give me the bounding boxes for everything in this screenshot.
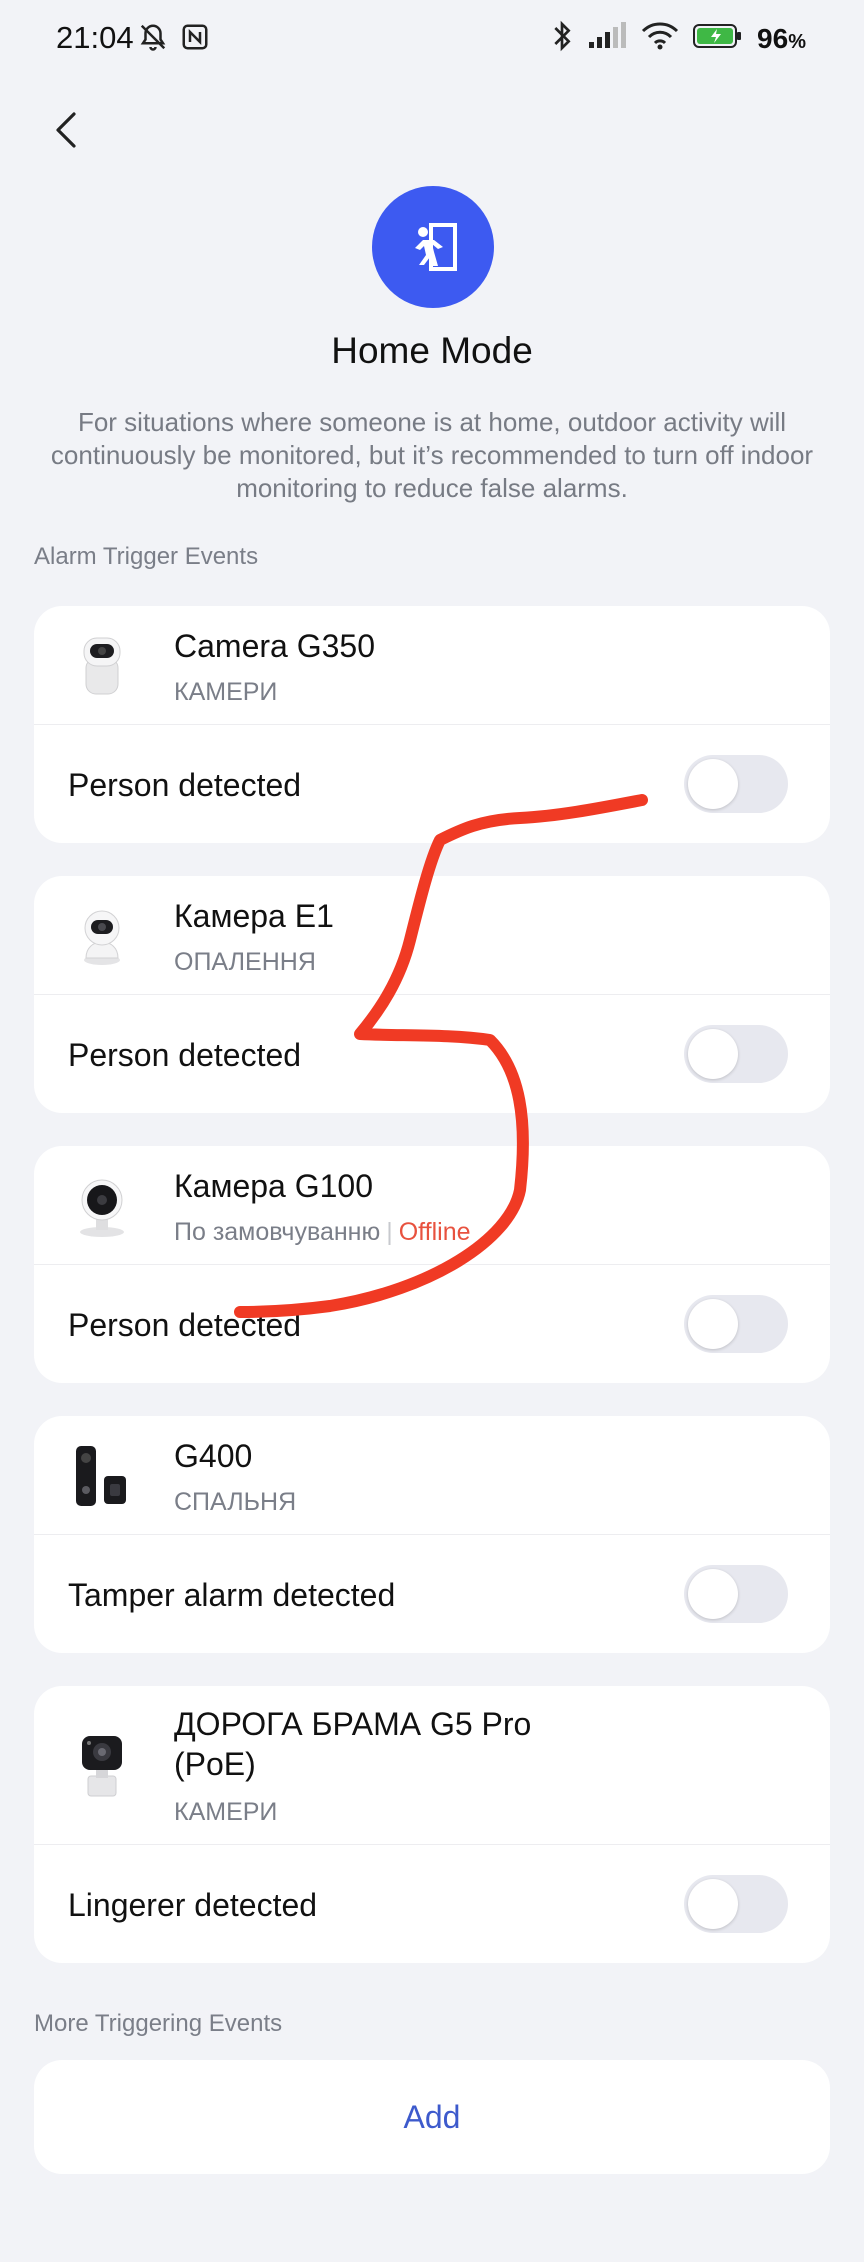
event-label: Person detected: [68, 1037, 302, 1073]
device-name: Camera G350: [174, 628, 375, 664]
event-row: Person detected: [34, 725, 830, 843]
event-label: Lingerer detected: [68, 1887, 318, 1923]
page-description: For situations where someone is at home,…: [50, 407, 814, 503]
device-card: Camera G350 КАМЕРИ Person detected: [34, 606, 830, 843]
battery-percentage: 96%: [757, 22, 806, 54]
home-mode-icon: [372, 186, 494, 308]
event-toggle[interactable]: [684, 1295, 788, 1353]
camera-g5-pro-icon: [68, 1732, 136, 1800]
wifi-icon: [641, 22, 679, 55]
camera-g100-icon: [68, 1172, 136, 1240]
section-label-more-triggering: More Triggering Events: [34, 2010, 283, 2037]
device-location-text: По замовчуванню: [174, 1218, 381, 1246]
device-location: КАМЕРИ: [174, 678, 278, 706]
device-location: КАМЕРИ: [174, 1798, 278, 1826]
status-bar: 21:04 96%: [0, 0, 864, 80]
toggle-knob: [688, 1029, 738, 1079]
add-button[interactable]: Add: [34, 2060, 830, 2174]
event-row: Person detected: [34, 1265, 830, 1383]
doorbell-g400-icon: [68, 1442, 136, 1510]
status-time: 21:04: [56, 20, 134, 55]
battery-charging-icon: [693, 23, 743, 54]
add-label: Add: [403, 2098, 461, 2135]
device-name: ДОРОГА БРАМА G5 Pro (PoE): [174, 1706, 532, 1782]
device-name: Камера E1: [174, 898, 334, 934]
camera-g350-icon: [68, 632, 136, 700]
signal-icon: [587, 22, 627, 55]
device-header[interactable]: G400 СПАЛЬНЯ: [34, 1416, 830, 1535]
event-label: Person detected: [68, 767, 302, 803]
device-name: G400: [174, 1438, 253, 1474]
toggle-knob: [688, 1879, 738, 1929]
event-toggle[interactable]: [684, 1565, 788, 1623]
device-location: СПАЛЬНЯ: [174, 1488, 297, 1516]
device-card: Камера E1 ОПАЛЕННЯ Person detected: [34, 876, 830, 1113]
event-toggle[interactable]: [684, 755, 788, 813]
device-location: ОПАЛЕННЯ: [174, 948, 316, 976]
event-toggle[interactable]: [684, 1875, 788, 1933]
nfc-icon: [180, 22, 210, 57]
section-label-alarm-trigger: Alarm Trigger Events: [34, 543, 259, 570]
toggle-knob: [688, 1569, 738, 1619]
device-header[interactable]: Camera G350 КАМЕРИ: [34, 606, 830, 725]
bluetooth-icon: [551, 20, 573, 57]
back-button[interactable]: [36, 100, 96, 160]
camera-e1-icon: [68, 902, 136, 970]
device-header[interactable]: Камера E1 ОПАЛЕННЯ: [34, 876, 830, 995]
event-row: Person detected: [34, 995, 830, 1113]
event-label: Person detected: [68, 1307, 302, 1343]
bell-off-icon: [138, 22, 168, 57]
event-row: Tamper alarm detected: [34, 1535, 830, 1653]
device-header[interactable]: ДОРОГА БРАМА G5 Pro (PoE) КАМЕРИ: [34, 1686, 830, 1845]
status-right: 96%: [551, 20, 806, 57]
device-header[interactable]: Камера G100 По замовчуванню | Offline: [34, 1146, 830, 1265]
chevron-left-icon: [56, 112, 76, 148]
person-exit-door-icon: [415, 223, 457, 271]
device-card: G400 СПАЛЬНЯ Tamper alarm detected: [34, 1416, 830, 1653]
status-separator: |: [386, 1218, 393, 1246]
toggle-knob: [688, 1299, 738, 1349]
event-label: Tamper alarm detected: [68, 1577, 396, 1613]
device-card: ДОРОГА БРАМА G5 Pro (PoE) КАМЕРИ Lingere…: [34, 1686, 830, 1963]
event-toggle[interactable]: [684, 1025, 788, 1083]
device-location: По замовчуванню | Offline: [174, 1218, 471, 1247]
device-name: Камера G100: [174, 1168, 373, 1204]
offline-status: Offline: [398, 1218, 471, 1246]
device-card: Камера G100 По замовчуванню | Offline Pers…: [34, 1146, 830, 1383]
status-left-icons: [138, 22, 210, 57]
toggle-knob: [688, 759, 738, 809]
event-row: Lingerer detected: [34, 1845, 830, 1963]
page-title: Home Mode: [331, 330, 533, 371]
